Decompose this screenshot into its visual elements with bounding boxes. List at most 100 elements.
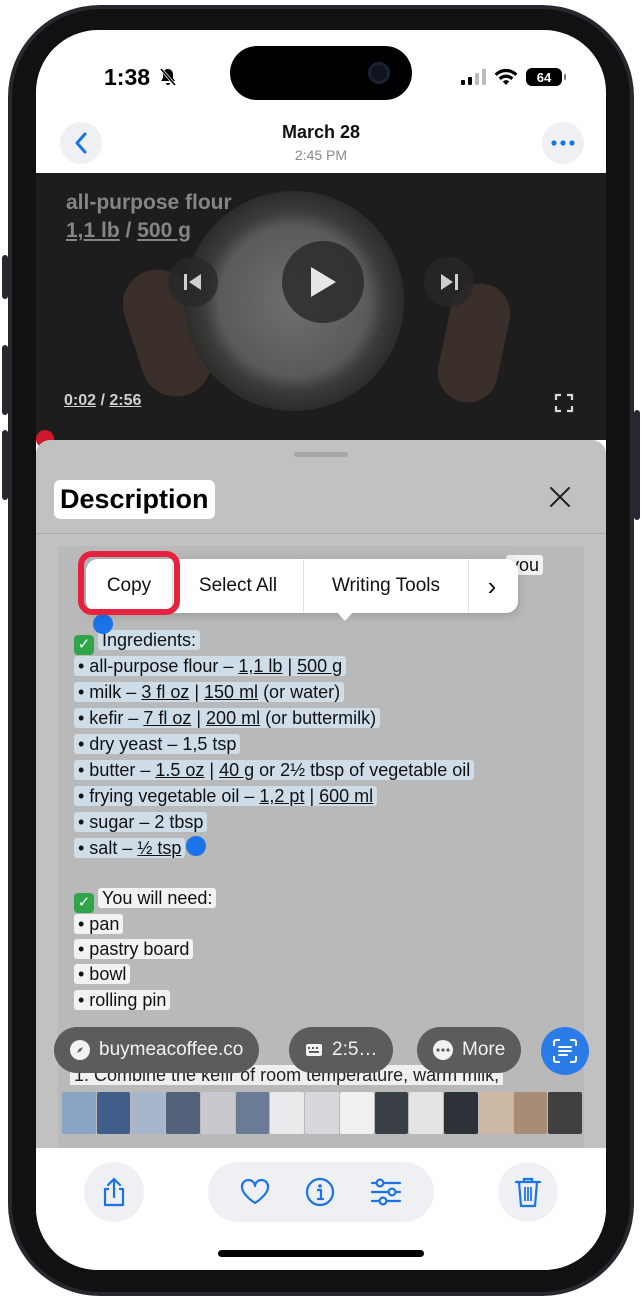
- thumbnail: [478, 1092, 513, 1134]
- status-time-text: 1:38: [104, 64, 151, 90]
- live-text-icon: [553, 1039, 577, 1063]
- fullscreen-icon[interactable]: [554, 393, 574, 413]
- ingredient-note: (or water): [258, 682, 341, 702]
- page-title: March 28: [281, 122, 361, 142]
- next-button[interactable]: [424, 257, 474, 307]
- ingredient-qty-metric: 40 g: [219, 760, 255, 780]
- more-options-button[interactable]: [542, 122, 584, 164]
- battery-indicator: 64: [526, 68, 566, 86]
- ingredient-line: • sugar – 2 tbsp: [74, 812, 208, 834]
- video-caption-qty2: 500 g: [137, 219, 191, 242]
- previous-button[interactable]: [168, 257, 218, 307]
- thumbnail: [131, 1092, 166, 1134]
- need-item: • bowl: [74, 964, 131, 986]
- delete-button[interactable]: [498, 1162, 558, 1222]
- writing-tools-menu-item[interactable]: Writing Tools: [304, 559, 468, 613]
- video-caption-qty1: 1,1 lb: [66, 219, 120, 242]
- more-pill[interactable]: More: [417, 1027, 522, 1073]
- menu-next-arrow[interactable]: ›: [469, 559, 515, 613]
- selection-start-handle[interactable]: [93, 614, 113, 634]
- trash-icon: [514, 1177, 542, 1208]
- action-button: [2, 255, 8, 299]
- need-item-text: • pan: [74, 914, 124, 934]
- ingredient-line: • frying vegetable oil – 1,2 pt | 600 ml: [74, 786, 378, 808]
- ingredient-name: • salt –: [78, 838, 138, 858]
- home-indicator[interactable]: [218, 1250, 424, 1257]
- heart-icon[interactable]: [240, 1179, 270, 1205]
- video-time: 0:02 / 2:56: [64, 392, 141, 410]
- time-pill[interactable]: 2:5…: [289, 1027, 394, 1073]
- thumbnail: [235, 1092, 270, 1134]
- ingredient-line: • milk – 3 fl oz | 150 ml (or water): [74, 682, 345, 704]
- ingredient-qty: 7 fl oz: [143, 708, 192, 728]
- thumbnail: [444, 1092, 478, 1134]
- live-text-button[interactable]: [541, 1027, 589, 1075]
- power-button: [634, 410, 640, 520]
- camera-icon: [368, 62, 390, 84]
- ingredient-qty: ½ tsp: [137, 838, 182, 858]
- ingredient-line: • dry yeast – 1,5 tsp: [74, 734, 241, 756]
- video-player[interactable]: all-purpose flour 1,1 lb / 500 g 0:02 / …: [36, 173, 606, 440]
- need-item-text: • rolling pin: [74, 990, 171, 1010]
- sheet-grabber[interactable]: [294, 452, 348, 457]
- thumbnail: [96, 1092, 131, 1134]
- ingredient-qty-metric: 200 ml: [206, 708, 261, 728]
- thumbnail: [166, 1092, 200, 1134]
- volume-up-button: [2, 345, 8, 415]
- compass-icon: [70, 1040, 90, 1060]
- share-button[interactable]: [84, 1162, 144, 1222]
- thumbnail: [409, 1092, 444, 1134]
- ingredient-qty: 1,2 pt: [259, 786, 305, 806]
- ingredient-name: • kefir –: [78, 708, 144, 728]
- ingredient-text: • kefir – 7 fl oz | 200 ml (or buttermil…: [74, 708, 381, 728]
- ingredient-qty-metric: 150 ml: [204, 682, 259, 702]
- thumbnail: [513, 1092, 548, 1134]
- thumbnail: [270, 1092, 305, 1134]
- play-icon: [311, 267, 336, 297]
- ingredient-name: • milk –: [78, 682, 142, 702]
- need-item-text: • pastry board: [74, 939, 194, 959]
- info-icon[interactable]: [305, 1177, 335, 1207]
- close-icon[interactable]: [548, 485, 572, 509]
- need-item: • pastry board: [74, 939, 194, 961]
- select-all-menu-item[interactable]: Select All: [173, 559, 303, 613]
- page-subtitle: 2:45 PM: [294, 147, 348, 163]
- ingredient-line: • butter – 1.5 oz | 40 g or 2½ tbsp of v…: [74, 760, 475, 782]
- video-caption-line1: all-purpose flour: [66, 191, 232, 214]
- ingredient-name: • all-purpose flour –: [78, 656, 239, 676]
- ingredient-line: • salt – ½ tsp: [74, 838, 186, 860]
- ingredient-qty-metric: 500 g: [297, 656, 343, 676]
- video-time-sep: /: [96, 392, 110, 409]
- ingredient-qty: 3 fl oz: [141, 682, 190, 702]
- status-indicators: 64: [461, 68, 566, 86]
- sheet-divider: [36, 533, 606, 534]
- share-icon: [103, 1177, 125, 1207]
- silent-bell-icon: [160, 68, 177, 86]
- ingredient-text: • sugar – 2 tbsp: [74, 812, 208, 832]
- video-current-time: 0:02: [64, 392, 97, 409]
- need-item: • rolling pin: [74, 990, 171, 1012]
- video-caption: all-purpose flour 1,1 lb / 500 g: [66, 189, 232, 245]
- ingredients-header-text: Ingredients:: [98, 630, 201, 650]
- need-header: ✓ You will need:: [74, 888, 217, 913]
- selection-end-handle[interactable]: [186, 836, 206, 856]
- adjust-icon[interactable]: [370, 1178, 402, 1206]
- thumbnail: [62, 1092, 96, 1134]
- ingredient-text: • milk – 3 fl oz | 150 ml (or water): [74, 682, 345, 702]
- previous-icon: [184, 274, 201, 290]
- screen: 1:38 64 March 28 2:45 PM all-purpose flo…: [36, 30, 606, 1270]
- sheet-title: Description: [54, 480, 215, 519]
- image-thumbnail-strip: [62, 1092, 583, 1134]
- thumbnail: [200, 1092, 235, 1134]
- time-pill-label: 2:5…: [332, 1039, 378, 1060]
- play-button[interactable]: [282, 241, 364, 323]
- volume-down-button: [2, 430, 8, 500]
- video-caption-sep: /: [119, 219, 138, 242]
- checkmark-icon: ✓: [74, 893, 94, 913]
- link-pill[interactable]: buymeacoffee.co: [54, 1027, 260, 1073]
- next-icon: [441, 274, 458, 290]
- need-item: • pan: [74, 914, 124, 936]
- ingredient-text: • butter – 1.5 oz | 40 g or 2½ tbsp of v…: [74, 760, 475, 780]
- copy-highlight-ring: [78, 551, 180, 615]
- ingredient-text: • salt – ½ tsp: [74, 838, 186, 858]
